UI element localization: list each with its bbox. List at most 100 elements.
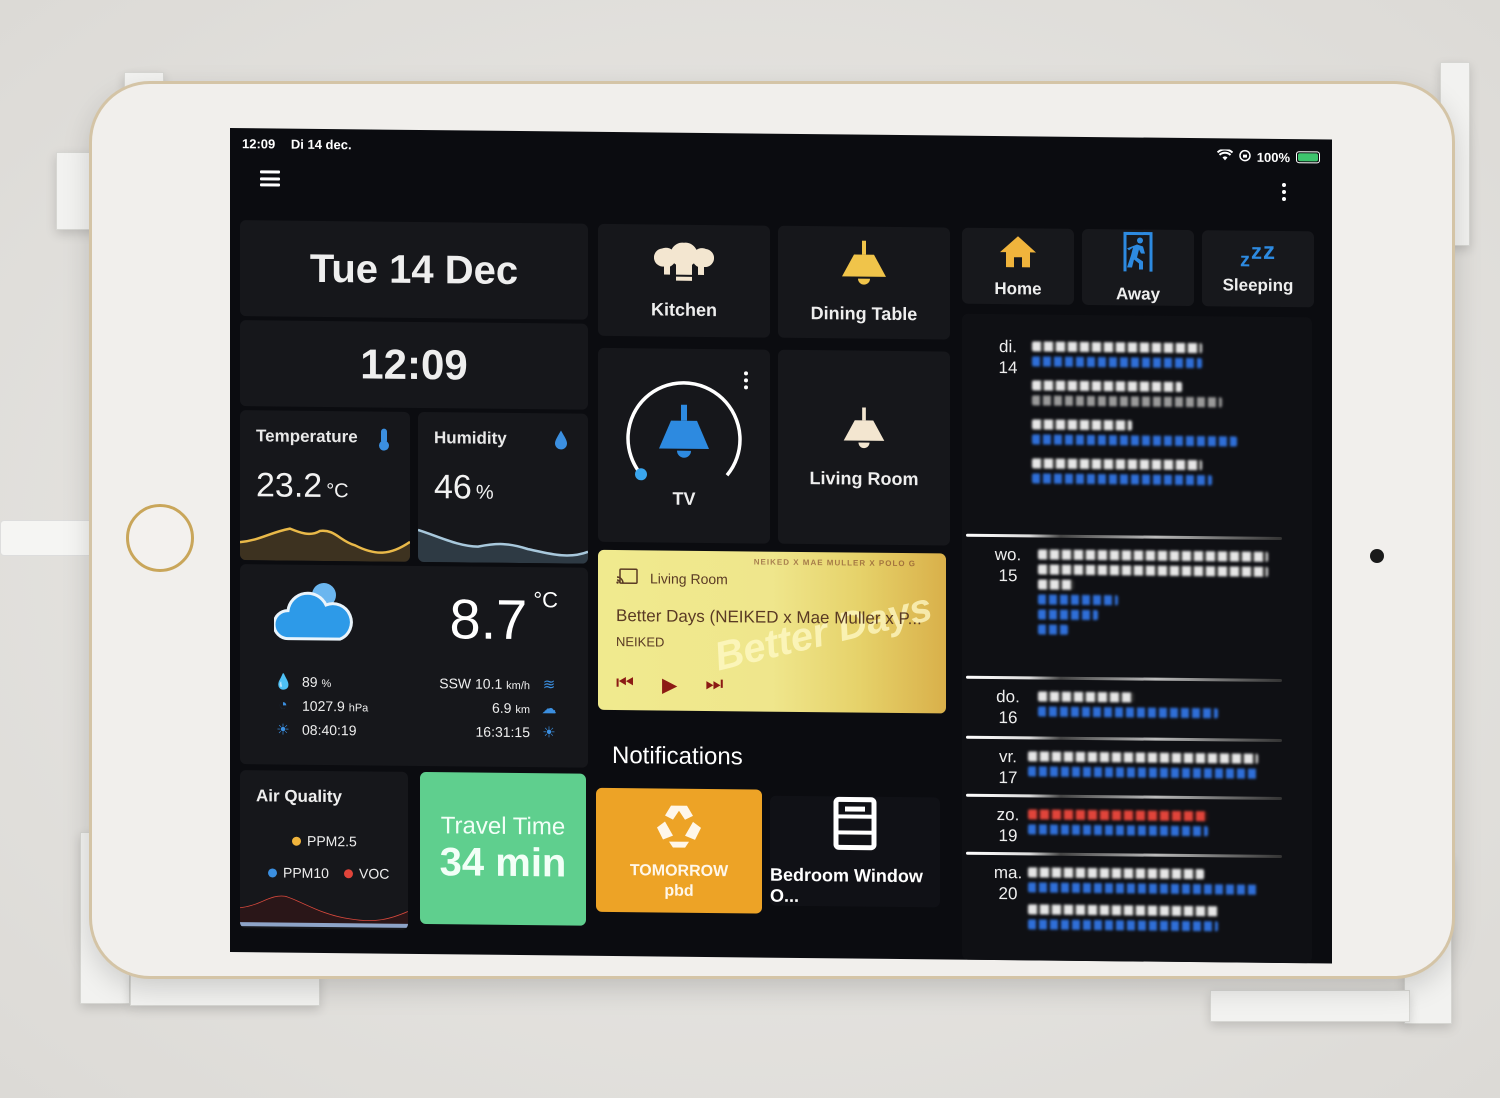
- calendar-event[interactable]: [1028, 904, 1218, 917]
- calendar-day: di. 14: [962, 336, 1312, 530]
- air-quality-label: Air Quality: [256, 786, 342, 807]
- calendar-event[interactable]: [1038, 579, 1074, 590]
- air-quality-card[interactable]: Air Quality PPM2.5 PPM10 VOC: [240, 770, 408, 930]
- light-tv[interactable]: TV: [598, 347, 770, 544]
- legend-ppm10[interactable]: PPM10: [268, 864, 329, 881]
- album-art-banner: NEIKED X MAE MULLER X POLO G: [753, 557, 916, 569]
- notification-line2: pbd: [664, 882, 694, 900]
- travel-time-label: Travel Time: [440, 811, 566, 841]
- more-vertical-icon[interactable]: [738, 369, 754, 391]
- weather-card[interactable]: 8.7 °C 💧 89 % ◔ 1027.9 hPa ☀ 08:40:19 SSW…: [240, 564, 588, 768]
- thermometer-icon: [378, 428, 390, 457]
- dashboard-screen: 12:09 Di 14 dec. 100% Tue 14 Dec 12:09 T…: [230, 128, 1332, 964]
- water-percent-icon: [554, 429, 568, 454]
- notification-label: Bedroom Window O...: [770, 864, 923, 906]
- light-label: Dining Table: [810, 303, 918, 325]
- calendar-event[interactable]: [1032, 380, 1182, 392]
- calendar-events: [1028, 804, 1304, 842]
- home-icon: [999, 234, 1037, 273]
- date-display: Tue 14 Dec: [309, 246, 519, 293]
- orientation-lock-icon: [1239, 149, 1251, 164]
- calendar-event-details: [1028, 824, 1208, 837]
- date-card: Tue 14 Dec: [240, 220, 588, 320]
- play-icon[interactable]: ▶: [662, 673, 677, 698]
- light-living-room[interactable]: Living Room: [778, 349, 950, 546]
- next-track-icon[interactable]: ⏭: [705, 673, 723, 698]
- home-button[interactable]: [126, 504, 194, 572]
- weather-pressure: ◔ 1027.9 hPa: [274, 696, 368, 714]
- media-player-card[interactable]: NEIKED X MAE MULLER X POLO G Better Days…: [598, 549, 946, 714]
- legend-dot: [344, 868, 353, 878]
- calendar-event-details: [1038, 624, 1068, 635]
- previous-track-icon[interactable]: ⏮: [616, 672, 634, 697]
- calendar-event[interactable]: [1028, 867, 1204, 880]
- sunset-icon: ☀: [542, 724, 556, 742]
- calendar-event[interactable]: [1028, 809, 1208, 822]
- legend-dot: [268, 867, 277, 877]
- pendant-lamp-icon: [838, 240, 890, 294]
- calendar-event[interactable]: [1032, 419, 1132, 431]
- gauge-icon: ◔: [278, 696, 288, 714]
- calendar-event-details: [1032, 434, 1237, 447]
- calendar-divider: [966, 675, 1282, 683]
- weather-wind: SSW 10.1 km/h ≋: [439, 674, 558, 693]
- temperature-label: Temperature: [256, 426, 358, 447]
- hamburger-menu-icon[interactable]: [260, 170, 280, 187]
- notification-waste-collection[interactable]: TOMORROW pbd: [596, 787, 762, 914]
- exit-run-icon: [1121, 231, 1155, 278]
- window-open-icon: [833, 796, 877, 855]
- wall-mount-bottom-left: [130, 972, 320, 1006]
- notifications-heading: Notifications: [612, 742, 743, 771]
- humidity-value: 46%: [434, 468, 494, 507]
- mode-home-button[interactable]: Home: [962, 227, 1074, 305]
- humidity-card[interactable]: Humidity 46%: [418, 411, 588, 564]
- calendar-event[interactable]: [1038, 564, 1268, 577]
- calendar-event[interactable]: [1038, 691, 1134, 703]
- mode-away-button[interactable]: Away: [1082, 228, 1194, 307]
- light-dining-table[interactable]: Dining Table: [778, 225, 950, 340]
- calendar-event[interactable]: [1028, 751, 1258, 764]
- calendar-divider: [966, 793, 1282, 801]
- media-source: Living Room: [616, 568, 728, 588]
- cast-icon: [616, 568, 638, 587]
- light-kitchen[interactable]: Kitchen: [598, 223, 770, 338]
- calendar-day-label: ma. 20: [993, 862, 1023, 904]
- calendar-event-details: [1028, 919, 1218, 932]
- calendar-event-details: [1038, 706, 1218, 719]
- weather-sunrise: ☀ 08:40:19: [274, 720, 356, 739]
- calendar-event-details: [1028, 882, 1258, 895]
- notification-line1: TOMORROW: [629, 861, 729, 880]
- legend-voc[interactable]: VOC: [344, 865, 389, 882]
- pendant-lamp-icon: [659, 404, 709, 458]
- weather-sunset: 16:31:15 ☀: [476, 723, 559, 742]
- mode-sleeping-button[interactable]: zzz Sleeping: [1202, 230, 1314, 308]
- calendar-event[interactable]: [1032, 341, 1202, 354]
- calendar-event-details: [1032, 356, 1202, 369]
- status-date: Di 14 dec.: [290, 136, 352, 153]
- fog-icon: ☁: [541, 700, 557, 718]
- calendar-day-label: wo. 15: [994, 545, 1022, 586]
- more-vertical-icon[interactable]: [1276, 181, 1292, 211]
- calendar-event-details: [1032, 395, 1222, 408]
- humidity-label: Humidity: [434, 428, 507, 448]
- water-percent-icon: 💧: [274, 673, 293, 691]
- recycle-icon: [651, 801, 707, 853]
- calendar-event-details: [1032, 473, 1212, 486]
- calendar-events: [1038, 686, 1304, 724]
- calendar-event-details: [1038, 609, 1098, 621]
- calendar-event[interactable]: [1038, 549, 1268, 562]
- brightness-dial[interactable]: [619, 372, 749, 493]
- calendar-day-label: zo. 19: [996, 805, 1020, 846]
- calendar-day: zo. 19: [962, 804, 1312, 845]
- legend-ppm25[interactable]: PPM2.5: [292, 833, 357, 849]
- legend-dot: [292, 836, 301, 846]
- calendar-day: do. 16: [962, 686, 1312, 727]
- charging-cable: [0, 520, 100, 556]
- temperature-card[interactable]: Temperature 23.2 °C: [240, 410, 410, 562]
- calendar-events: [1028, 746, 1304, 784]
- calendar-agenda[interactable]: di. 14 wo. 15 do. 16 vr. 17 zo. 19 ma. 2…: [962, 313, 1312, 964]
- notification-bedroom-window[interactable]: Bedroom Window O...: [770, 795, 940, 908]
- calendar-event[interactable]: [1032, 458, 1202, 471]
- travel-time-card[interactable]: Travel Time 34 min: [420, 771, 586, 926]
- time-display: 12:09: [360, 340, 468, 389]
